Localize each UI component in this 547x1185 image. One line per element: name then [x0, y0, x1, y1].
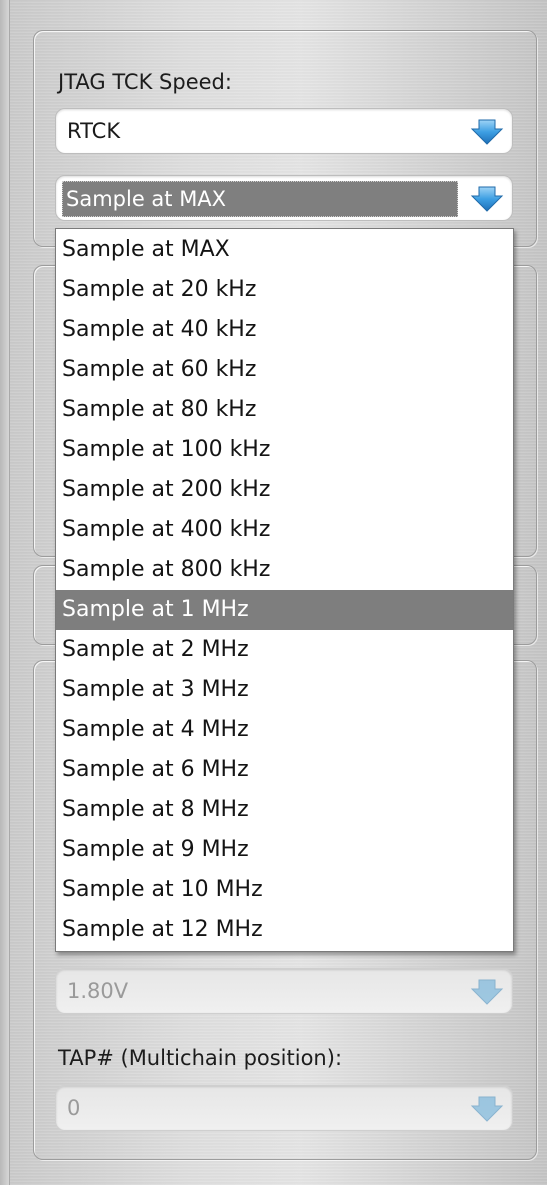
- sample-option-highlighted[interactable]: Sample at 1 MHz: [56, 590, 513, 630]
- sample-option[interactable]: Sample at 200 kHz: [56, 470, 513, 510]
- chevron-down-icon[interactable]: [470, 185, 504, 213]
- sample-option[interactable]: Sample at 4 MHz: [56, 710, 513, 750]
- sample-option[interactable]: Sample at 400 kHz: [56, 510, 513, 550]
- sample-option[interactable]: Sample at 6 MHz: [56, 750, 513, 790]
- sample-option[interactable]: Sample at 80 kHz: [56, 390, 513, 430]
- voltage-dropdown[interactable]: 1.80V: [55, 968, 513, 1014]
- sample-option[interactable]: Sample at 2 MHz: [56, 630, 513, 670]
- tap-position-label: TAP# (Multichain position):: [58, 1046, 343, 1070]
- sample-option[interactable]: Sample at 60 kHz: [56, 350, 513, 390]
- voltage-value: 1.80V: [67, 979, 129, 1003]
- chevron-down-icon[interactable]: [470, 118, 504, 146]
- sample-option[interactable]: Sample at 9 MHz: [56, 830, 513, 870]
- chevron-down-icon[interactable]: [470, 978, 504, 1006]
- tck-speed-dropdown[interactable]: RTCK: [55, 108, 513, 154]
- sample-option[interactable]: Sample at 800 kHz: [56, 550, 513, 590]
- sample-option[interactable]: Sample at 12 MHz: [56, 910, 513, 950]
- sample-rate-value: Sample at MAX: [66, 187, 227, 211]
- sample-option[interactable]: Sample at 40 kHz: [56, 310, 513, 350]
- chevron-down-icon[interactable]: [470, 1095, 504, 1123]
- sample-option[interactable]: Sample at 100 kHz: [56, 430, 513, 470]
- sample-option[interactable]: Sample at 10 MHz: [56, 870, 513, 910]
- tck-speed-value: RTCK: [67, 119, 121, 143]
- sample-option[interactable]: Sample at MAX: [56, 230, 513, 270]
- left-panel-edge: [0, 0, 10, 1185]
- sample-rate-selected: Sample at MAX: [62, 181, 458, 217]
- sample-rate-options-list[interactable]: Sample at MAX Sample at 20 kHz Sample at 4…: [55, 228, 514, 952]
- sample-option[interactable]: Sample at 3 MHz: [56, 670, 513, 710]
- tap-position-dropdown[interactable]: 0: [55, 1085, 513, 1131]
- sample-option[interactable]: Sample at 20 kHz: [56, 270, 513, 310]
- jtag-tck-speed-label: JTAG TCK Speed:: [58, 70, 232, 94]
- sample-option[interactable]: Sample at 8 MHz: [56, 790, 513, 830]
- sample-rate-dropdown[interactable]: Sample at MAX: [55, 175, 513, 221]
- tap-position-value: 0: [67, 1096, 81, 1120]
